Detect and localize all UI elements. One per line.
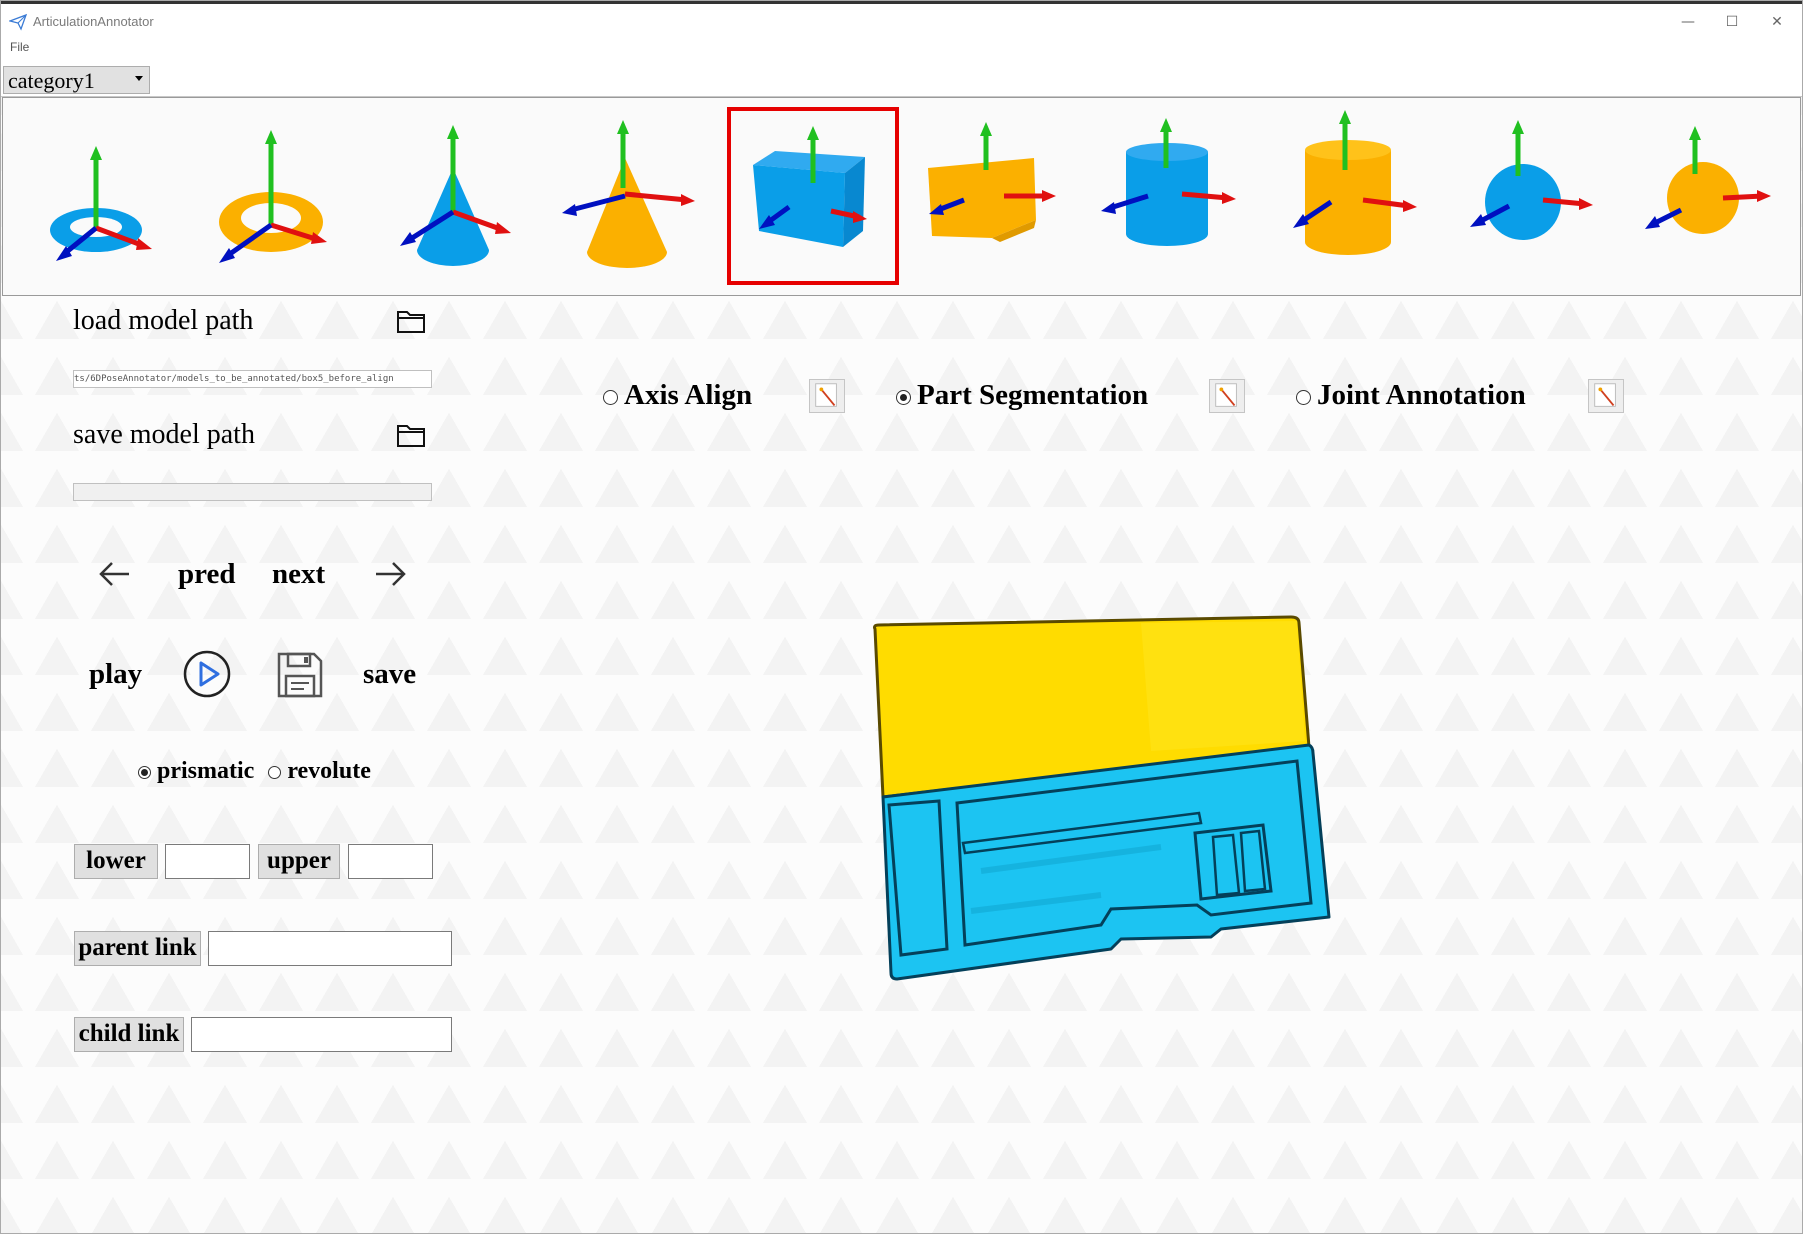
shape-torus-blue[interactable] — [16, 110, 178, 280]
radio-revolute-label: revolute — [287, 758, 371, 784]
shape-sphere-orange[interactable] — [1623, 110, 1785, 280]
save-model-path-label: save model path — [73, 419, 255, 450]
radio-indicator — [1296, 389, 1311, 405]
radio-indicator — [896, 389, 911, 405]
next-button[interactable]: next — [272, 558, 325, 591]
mode-joint-annotation-label: Joint Annotation — [1317, 379, 1526, 411]
arrow-left-icon[interactable] — [98, 561, 132, 587]
folder-icon[interactable] — [397, 309, 425, 333]
category-selected-value: category1 — [8, 68, 95, 93]
window-title: ArticulationAnnotator — [33, 14, 154, 29]
radio-indicator — [138, 765, 151, 779]
shape-cone-orange[interactable] — [547, 110, 709, 280]
mode-axis-align[interactable]: Axis Align — [603, 379, 752, 412]
model-viewport[interactable] — [861, 611, 1341, 991]
shape-cube-orange[interactable] — [908, 110, 1070, 280]
lid-highlight — [1141, 621, 1305, 751]
minimize-button[interactable]: — — [1666, 8, 1710, 36]
radio-indicator — [603, 389, 618, 405]
maximize-button[interactable]: ☐ — [1710, 8, 1754, 36]
shape-sphere-blue[interactable] — [1443, 110, 1605, 280]
joint-annotation-tool-button[interactable] — [1588, 379, 1624, 413]
category-row — [1, 59, 1802, 97]
lower-input[interactable] — [165, 844, 250, 879]
wand-icon — [1594, 383, 1616, 407]
cone-icon — [400, 125, 511, 266]
save-disk-icon[interactable] — [276, 651, 324, 699]
cylinder-icon — [1293, 110, 1417, 255]
joint-type-radio-group: prismatic revolute — [138, 758, 371, 785]
load-model-path-label: load model path — [73, 305, 254, 336]
lower-button[interactable]: lower — [74, 844, 158, 879]
app-window: ArticulationAnnotator — ☐ ✕ File categor… — [0, 0, 1803, 1234]
child-link-button[interactable]: child link — [74, 1017, 184, 1052]
menu-file[interactable]: File — [10, 40, 29, 54]
torus-icon — [219, 130, 327, 263]
cube-icon — [928, 122, 1056, 242]
axis-align-tool-button[interactable] — [809, 379, 845, 413]
torus-icon — [50, 146, 152, 261]
save-model-path-field[interactable] — [73, 483, 432, 501]
sphere-icon — [1470, 120, 1593, 240]
shape-cube-blue[interactable] — [727, 107, 899, 285]
child-link-input[interactable] — [191, 1017, 452, 1052]
load-model-path-field[interactable]: ts/6DPoseAnnotator/models_to_be_annotate… — [73, 370, 432, 388]
folder-icon[interactable] — [397, 423, 425, 447]
title-bar: ArticulationAnnotator — ☐ ✕ — [1, 1, 1802, 42]
play-label: play — [89, 658, 143, 690]
pred-button[interactable]: pred — [178, 558, 235, 591]
upper-input[interactable] — [348, 844, 433, 879]
shape-cone-blue[interactable] — [369, 110, 531, 280]
parent-link-button[interactable]: parent link — [74, 931, 201, 966]
mode-joint-annotation[interactable]: Joint Annotation — [1296, 379, 1526, 412]
play-icon[interactable] — [182, 649, 232, 699]
close-button[interactable]: ✕ — [1755, 8, 1799, 36]
radio-revolute[interactable]: revolute — [268, 758, 371, 784]
category-dropdown[interactable]: category1 — [3, 66, 150, 94]
upper-button[interactable]: upper — [258, 844, 340, 879]
shape-cylinder-blue[interactable] — [1086, 110, 1248, 280]
mode-axis-align-label: Axis Align — [624, 379, 753, 411]
sphere-icon — [1645, 126, 1771, 234]
paper-plane-icon — [9, 13, 27, 31]
radio-prismatic[interactable]: prismatic — [138, 758, 254, 784]
mode-part-segmentation-label: Part Segmentation — [917, 379, 1149, 411]
menu-bar: File — [1, 39, 1802, 59]
cylinder-icon — [1101, 118, 1236, 246]
radio-indicator — [268, 765, 282, 779]
cone-icon — [562, 120, 695, 268]
shape-cylinder-orange[interactable] — [1267, 110, 1429, 280]
shape-torus-orange[interactable] — [189, 110, 351, 280]
wand-icon — [1215, 383, 1237, 407]
cube-icon — [753, 126, 867, 247]
mode-part-segmentation[interactable]: Part Segmentation — [896, 379, 1148, 412]
radio-prismatic-label: prismatic — [157, 758, 255, 784]
parent-link-input[interactable] — [208, 931, 452, 966]
shape-template-strip — [2, 97, 1801, 296]
save-button[interactable]: save — [363, 658, 416, 691]
wand-icon — [815, 383, 837, 407]
arrow-right-icon[interactable] — [373, 561, 407, 587]
part-segmentation-tool-button[interactable] — [1209, 379, 1245, 413]
chevron-down-icon — [135, 76, 143, 81]
